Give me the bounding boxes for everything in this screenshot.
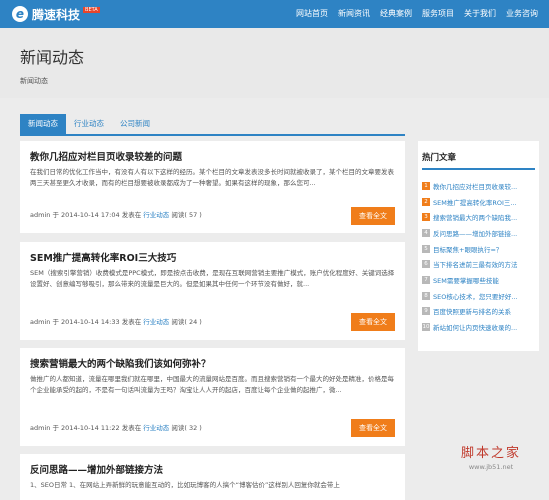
page-header: 新闻动态 新闻动态 — [0, 28, 549, 98]
article-card: 教你几招应对栏目页收录较差的问题 在我们日常的优化工作当中，有没有人有以下这样的… — [20, 141, 405, 233]
article-meta: admin 于 2014-10-14 11:22 发表在 行业动态 阅读( 32… — [30, 424, 202, 432]
rank-badge: 1 — [422, 181, 430, 190]
hot-articles-list: 1 教你几招应对栏目页收录较... 2 SEM推广提高转化率ROI三... 3 搜索营… — [422, 178, 537, 335]
hot-article-link[interactable]: 反问思路——增加外部链接... — [433, 228, 517, 238]
brand-name: 腾速科技 — [32, 7, 81, 22]
list-item: 9 百度快照更新与排名的关系 — [422, 304, 537, 320]
article-author: admin — [30, 318, 51, 326]
watermark: 脚本之家 www.jb51.net — [436, 442, 546, 471]
article-category[interactable]: 行业动态 — [143, 211, 169, 219]
tab-company[interactable]: 公司新闻 — [112, 114, 158, 134]
list-item: 3 搜索营销最大的两个缺陷我... — [422, 209, 537, 225]
article-summary: 在我们日常的优化工作当中，有没有人有以下这样的经历。某个栏目的文章发表没多长时间… — [30, 168, 394, 187]
rank-badge: 4 — [422, 228, 430, 237]
nav-about[interactable]: 关于我们 — [459, 0, 501, 28]
read-more-button[interactable]: 查看全文 — [351, 207, 395, 225]
list-item: 1 教你几招应对栏目页收录较... — [422, 178, 537, 194]
top-navbar: e 腾速科技 BETA 网站首页 新闻资讯 经典案例 服务项目 关于我们 业务咨… — [0, 0, 549, 28]
sidebar-divider — [422, 168, 535, 170]
list-item: 8 SEO核心技术，您只要好好... — [422, 288, 537, 304]
category-tabs: 新闻动态 行业动态 公司新闻 — [20, 114, 405, 136]
rank-badge: 7 — [422, 275, 430, 284]
article-title[interactable]: 反问思路——增加外部链接方法 — [30, 462, 163, 476]
tab-industry[interactable]: 行业动态 — [66, 114, 112, 134]
hot-article-link[interactable]: SEM推广提高转化率ROI三... — [433, 197, 517, 207]
rank-badge: 9 — [422, 307, 430, 316]
article-summary: SEM（搜索引擎营销）收费模式是PPC模式，即是按点击收费，是现在互联网营销主要… — [30, 269, 395, 288]
tab-news[interactable]: 新闻动态 — [20, 114, 66, 134]
nav-news[interactable]: 新闻资讯 — [333, 0, 375, 28]
list-item: 10 新站如何让内页快速收录的... — [422, 319, 537, 335]
article-reads: 阅读( 32 ) — [171, 424, 202, 432]
article-card: 搜索营销最大的两个缺陷我们该如何弥补？ 做推广的人都知道，流量在哪里我们就在哪里… — [20, 348, 405, 446]
logo-e-icon: e — [12, 6, 28, 22]
article-reads: 阅读( 24 ) — [171, 318, 202, 326]
breadcrumb: 新闻动态 — [20, 77, 48, 85]
article-card: 反问思路——增加外部链接方法 1、SEO日常 1、在网站上弄新鲜的玩意能互动的，… — [20, 454, 405, 500]
nav-services[interactable]: 服务项目 — [417, 0, 459, 28]
hot-article-link[interactable]: 当下排名进前三最有效的方法 — [433, 259, 518, 269]
hot-article-link[interactable]: 新站如何让内页快速收录的... — [433, 322, 517, 332]
list-item: 4 反问思路——增加外部链接... — [422, 225, 537, 241]
hot-article-link[interactable]: 百度快照更新与排名的关系 — [433, 306, 511, 316]
rank-badge: 8 — [422, 291, 430, 300]
list-item: 6 当下排名进前三最有效的方法 — [422, 256, 537, 272]
rank-badge: 3 — [422, 213, 430, 222]
watermark-url: www.jb51.net — [468, 463, 514, 471]
rank-badge: 10 — [422, 323, 430, 332]
hot-article-link[interactable]: SEM需要掌握哪些技能 — [433, 275, 499, 285]
logo[interactable]: e 腾速科技 BETA — [12, 5, 100, 23]
rank-badge: 2 — [422, 197, 430, 206]
article-title[interactable]: 搜索营销最大的两个缺陷我们该如何弥补？ — [30, 356, 211, 370]
article-category[interactable]: 行业动态 — [143, 318, 169, 326]
article-summary: 1、SEO日常 1、在网站上弄新鲜的玩意能互动的，比如玩博客的人搞个“博客估价”… — [30, 481, 340, 489]
article-date: 2014-10-14 11:22 — [61, 424, 120, 432]
article-reads: 阅读( 57 ) — [171, 211, 202, 219]
read-more-button[interactable]: 查看全文 — [351, 419, 395, 437]
beta-badge: BETA — [83, 7, 100, 13]
article-meta: admin 于 2014-10-14 17:04 发表在 行业动态 阅读( 57… — [30, 211, 202, 219]
hot-article-link[interactable]: 搜索营销最大的两个缺陷我... — [433, 212, 517, 222]
rank-badge: 6 — [422, 260, 430, 269]
article-summary: 做推广的人都知道，流量在哪里我们就在哪里，中国最大的流量网站是百度。而且搜索营销… — [30, 375, 394, 394]
hot-article-link[interactable]: 教你几招应对栏目页收录较... — [433, 181, 517, 191]
article-title[interactable]: 教你几招应对栏目页收录较差的问题 — [30, 149, 182, 163]
watermark-logo: 脚本之家 — [460, 446, 521, 461]
article-date: 2014-10-14 14:33 — [61, 318, 120, 326]
hot-article-link[interactable]: 目标聚焦+眼眼执行=？ — [433, 244, 502, 254]
hot-articles-panel: 热门文章 1 教你几招应对栏目页收录较... 2 SEM推广提高转化率ROI三...… — [418, 141, 539, 351]
article-author: admin — [30, 424, 51, 432]
list-item: 2 SEM推广提高转化率ROI三... — [422, 194, 537, 210]
nav-cases[interactable]: 经典案例 — [375, 0, 417, 28]
read-more-button[interactable]: 查看全文 — [351, 313, 395, 331]
hot-article-link[interactable]: SEO核心技术，您只要好好... — [433, 291, 518, 301]
list-item: 5 目标聚焦+眼眼执行=？ — [422, 241, 537, 257]
article-category[interactable]: 行业动态 — [143, 424, 169, 432]
article-author: admin — [30, 211, 51, 219]
page-title: 新闻动态 — [20, 48, 85, 67]
sidebar-title: 热门文章 — [422, 153, 457, 163]
list-item: 7 SEM需要掌握哪些技能 — [422, 272, 537, 288]
nav-consult[interactable]: 业务咨询 — [501, 0, 543, 28]
article-date: 2014-10-14 17:04 — [61, 211, 120, 219]
article-title[interactable]: SEM推广提高转化率ROI三大技巧 — [30, 250, 176, 264]
nav-home[interactable]: 网站首页 — [291, 0, 333, 28]
main-nav: 网站首页 新闻资讯 经典案例 服务项目 关于我们 业务咨询 — [291, 0, 543, 28]
article-card: SEM推广提高转化率ROI三大技巧 SEM（搜索引擎营销）收费模式是PPC模式，… — [20, 242, 405, 340]
rank-badge: 5 — [422, 244, 430, 253]
article-meta: admin 于 2014-10-14 14:33 发表在 行业动态 阅读( 24… — [30, 318, 202, 326]
